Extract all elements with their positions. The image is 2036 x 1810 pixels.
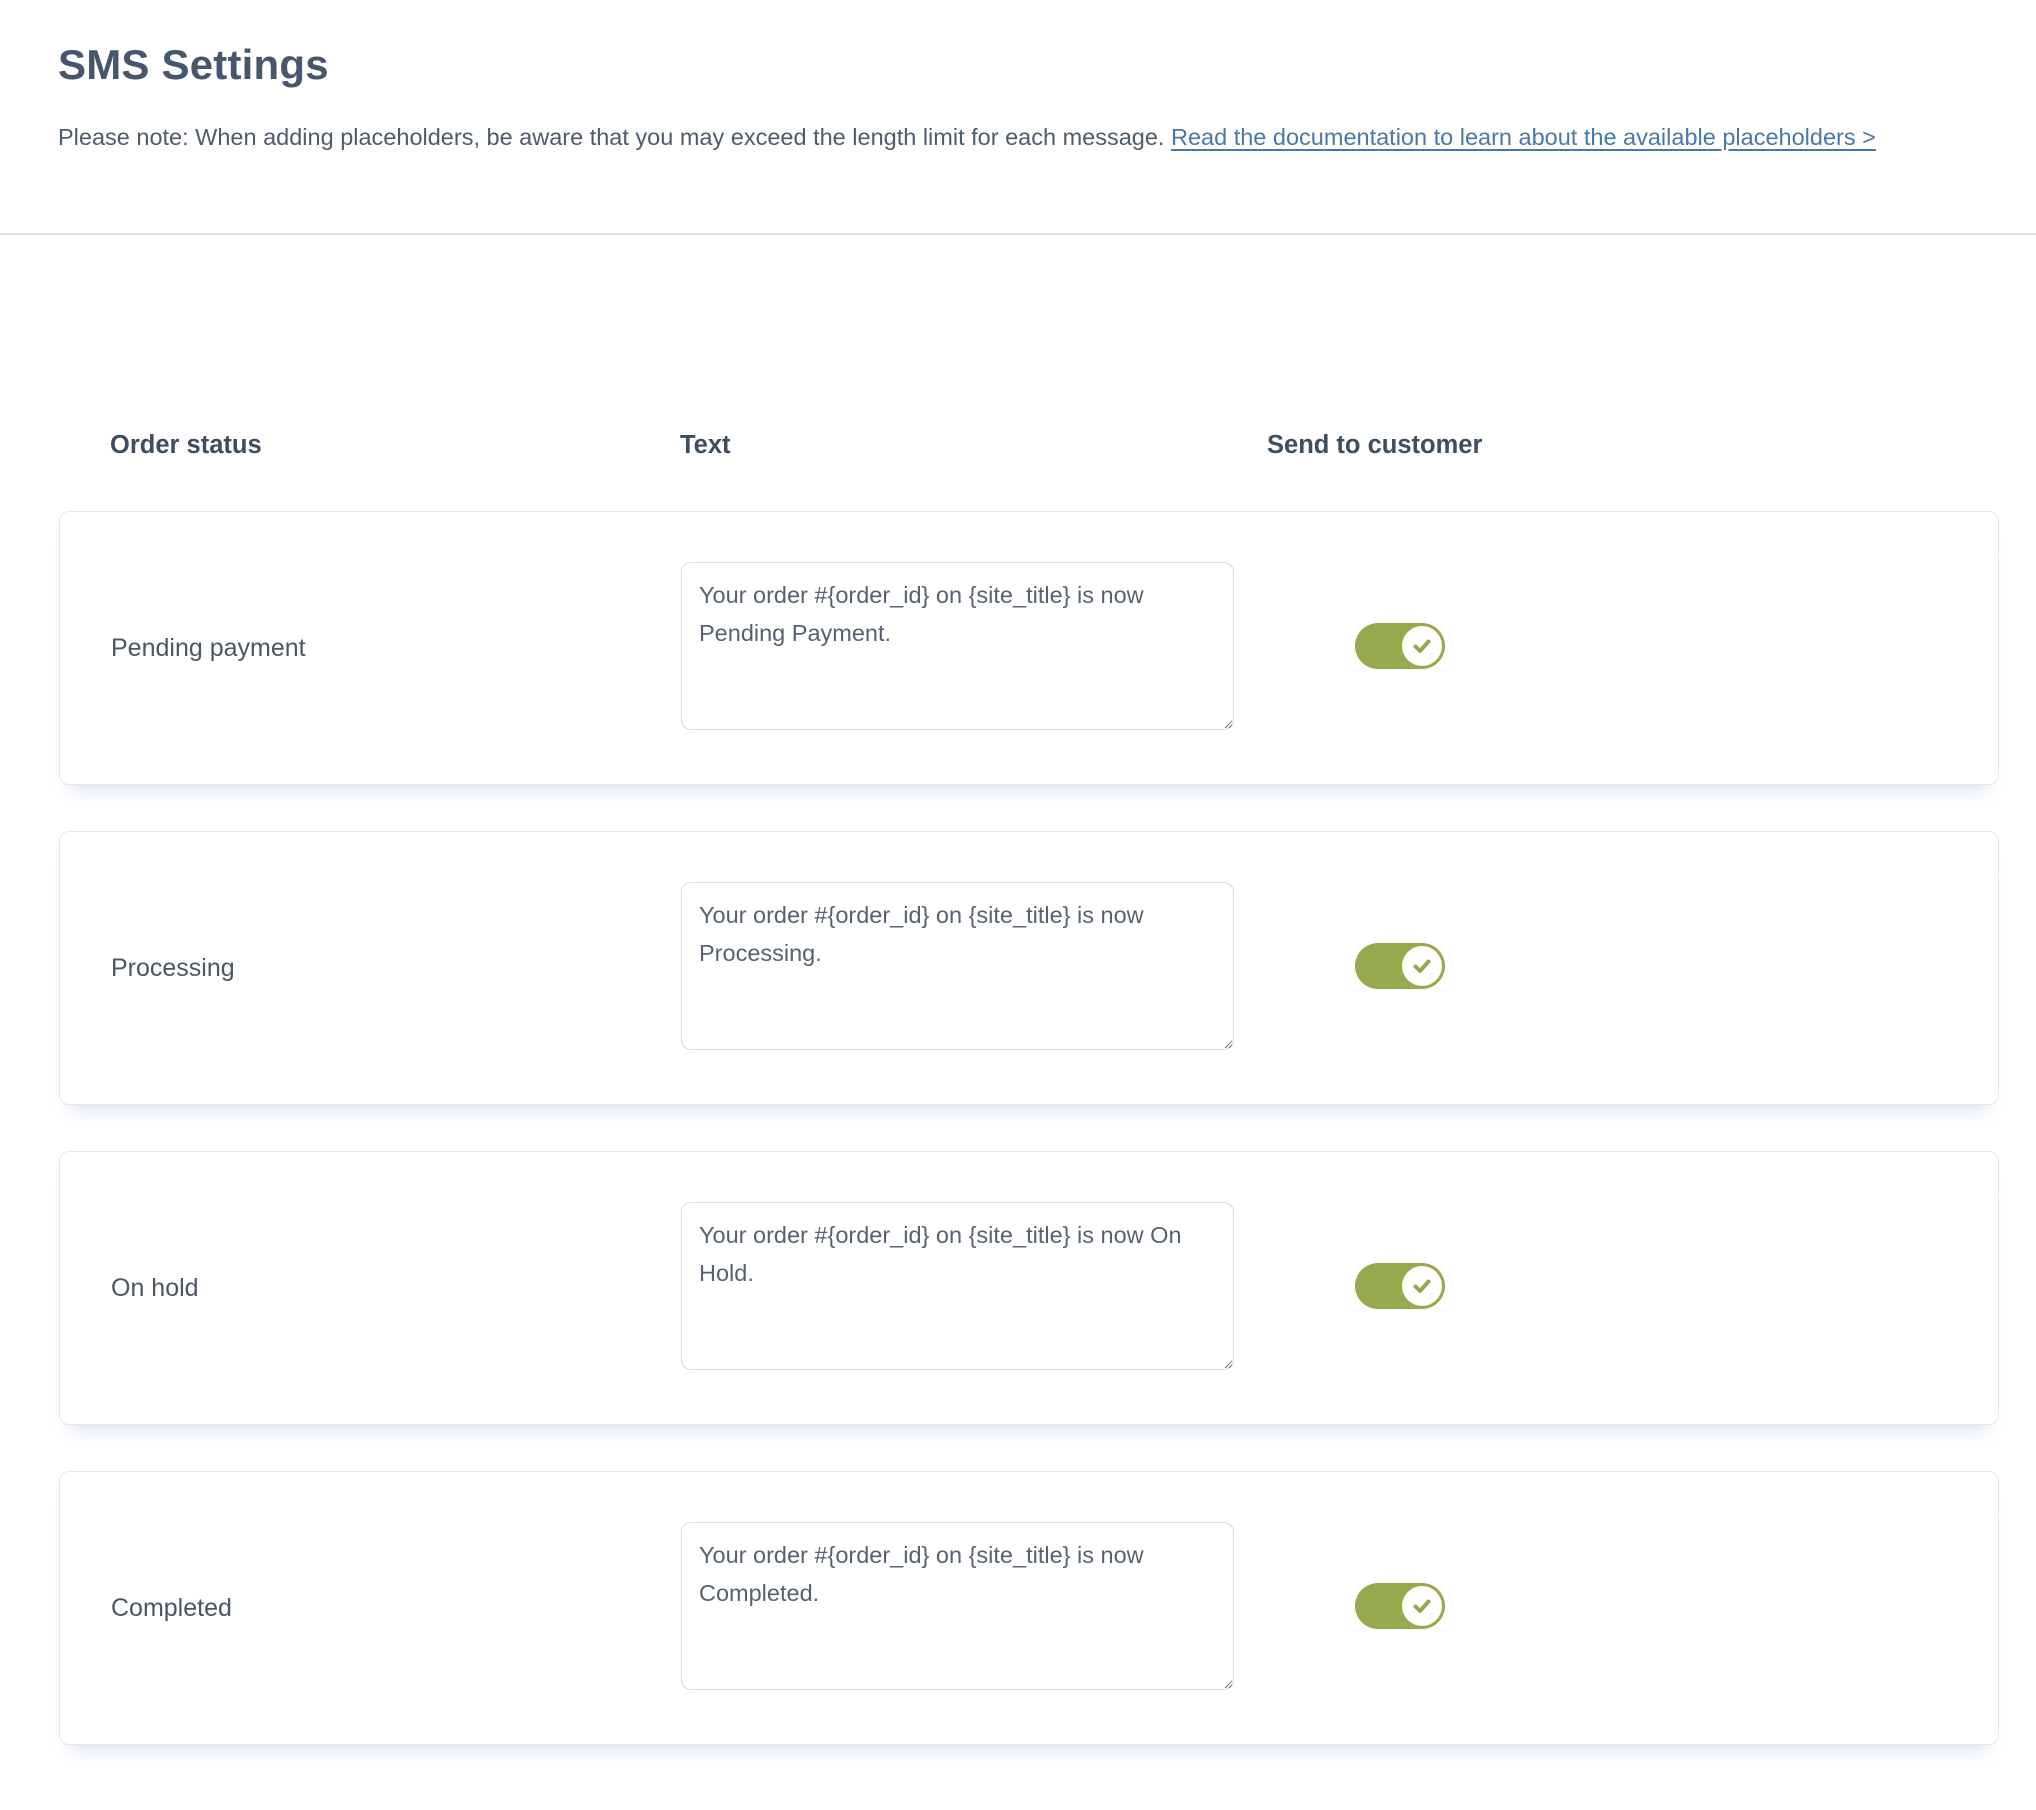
order-status-label: On hold (111, 1274, 681, 1303)
order-status-label: Pending payment (111, 634, 681, 663)
checkmark-icon (1409, 1273, 1435, 1299)
page-header: SMS Settings Please note: When adding pl… (0, 0, 2036, 157)
column-header-text: Text (680, 429, 1267, 462)
checkmark-icon (1409, 953, 1435, 979)
message-cell (681, 562, 1268, 735)
column-header-order-status: Order status (110, 429, 680, 462)
header-divider (0, 233, 2036, 235)
message-textarea[interactable] (681, 882, 1234, 1050)
message-cell (681, 1522, 1268, 1695)
settings-table: Order status Text Send to customer Pendi… (0, 429, 2036, 1745)
send-to-customer-toggle[interactable] (1355, 943, 1445, 989)
message-textarea[interactable] (681, 1202, 1234, 1370)
page-title: SMS Settings (58, 38, 1978, 92)
column-header-send-to-customer: Send to customer (1267, 429, 1948, 462)
sms-status-row: Pending payment (59, 511, 1999, 785)
message-textarea[interactable] (681, 1522, 1234, 1690)
toggle-knob (1402, 626, 1442, 666)
sms-status-row: On hold (59, 1151, 1999, 1425)
toggle-cell (1268, 1583, 1947, 1634)
toggle-knob (1402, 1266, 1442, 1306)
toggle-knob (1402, 946, 1442, 986)
sms-status-row: Processing (59, 831, 1999, 1105)
toggle-cell (1268, 943, 1947, 994)
checkmark-icon (1409, 1593, 1435, 1619)
note-text: Please note: When adding placeholders, b… (58, 124, 1164, 150)
table-header-row: Order status Text Send to customer (59, 429, 1999, 462)
send-to-customer-toggle[interactable] (1355, 1263, 1445, 1309)
sms-status-row: Completed (59, 1471, 1999, 1745)
rows-container: Pending payment Processing (59, 511, 1999, 1745)
message-cell (681, 882, 1268, 1055)
message-cell (681, 1202, 1268, 1375)
toggle-knob (1402, 1586, 1442, 1626)
toggle-cell (1268, 1263, 1947, 1314)
message-textarea[interactable] (681, 562, 1234, 730)
documentation-link[interactable]: Read the documentation to learn about th… (1171, 124, 1876, 150)
placeholder-note: Please note: When adding placeholders, b… (58, 118, 1970, 157)
send-to-customer-toggle[interactable] (1355, 623, 1445, 669)
order-status-label: Completed (111, 1594, 681, 1623)
checkmark-icon (1409, 633, 1435, 659)
send-to-customer-toggle[interactable] (1355, 1583, 1445, 1629)
toggle-cell (1268, 623, 1947, 674)
order-status-label: Processing (111, 954, 681, 983)
